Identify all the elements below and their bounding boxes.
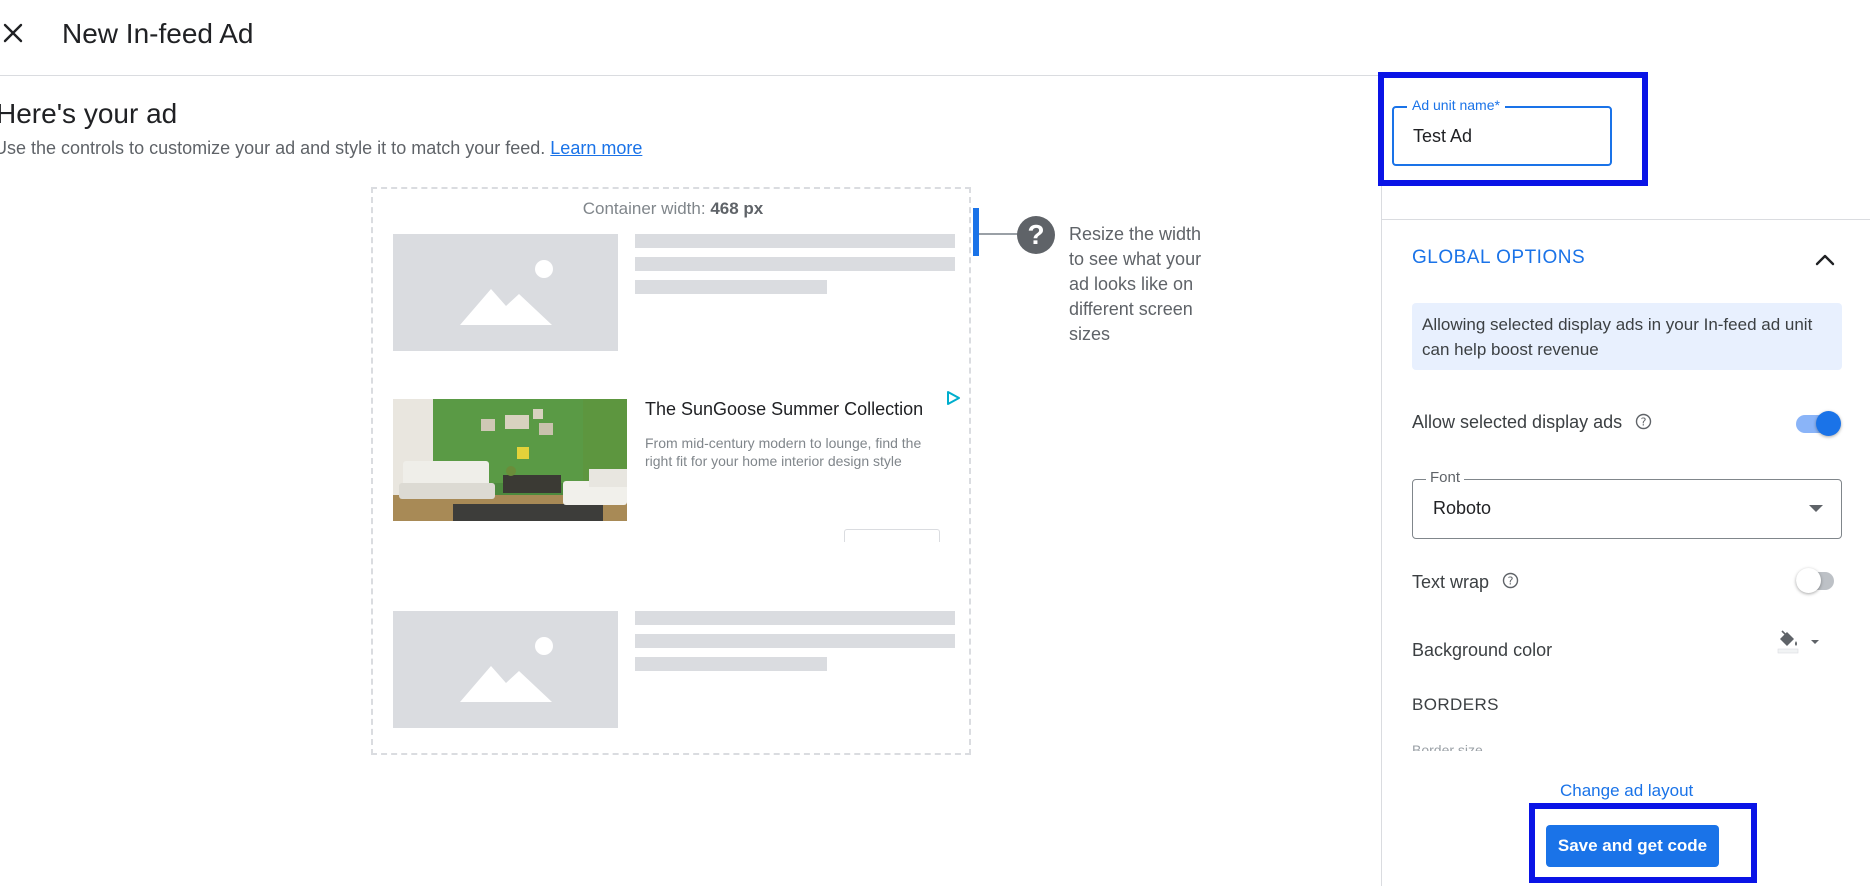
container-width-readout: Container width: 468 px xyxy=(373,199,973,219)
toggle-knob xyxy=(1816,411,1841,436)
font-value[interactable]: Roboto xyxy=(1433,498,1491,519)
help-icon[interactable]: ? xyxy=(1635,413,1652,430)
text-wrap-toggle[interactable] xyxy=(1796,568,1842,594)
ad-choices-icon[interactable] xyxy=(944,389,962,407)
font-label: Font xyxy=(1426,469,1465,486)
global-options-header[interactable]: GLOBAL OPTIONS xyxy=(1412,247,1585,269)
placeholder-line xyxy=(635,611,955,625)
border-size-label: Border size xyxy=(1412,742,1483,751)
section-description: Use the controls to customize your ad an… xyxy=(0,138,642,159)
top-bar xyxy=(0,0,1870,76)
allow-display-ads-label: Allow selected display ads xyxy=(1412,412,1623,432)
borders-section-label: BORDERS xyxy=(1412,695,1499,714)
background-color-label: Background color xyxy=(1412,640,1553,660)
save-button-highlight xyxy=(1529,803,1757,883)
ad-image[interactable] xyxy=(393,399,629,521)
ad-title[interactable]: The SunGoose Summer Collection xyxy=(645,399,923,420)
ad-description: From mid-century modern to lounge, find … xyxy=(645,435,922,469)
placeholder-image xyxy=(393,611,618,728)
container-width-value: 468 px xyxy=(710,199,764,218)
placeholder-line xyxy=(635,634,955,648)
page-title: New In-feed Ad xyxy=(62,18,254,49)
resize-hint: Resize the width to see what your ad loo… xyxy=(1069,224,1202,344)
ad-cta-button[interactable] xyxy=(844,529,940,542)
close-icon[interactable] xyxy=(0,20,28,48)
paint-bucket-icon[interactable] xyxy=(1774,627,1824,657)
placeholder-line xyxy=(635,657,827,671)
section-heading: Here's your ad xyxy=(0,98,178,129)
chevron-up-icon[interactable] xyxy=(1814,249,1836,271)
description-text: Use the controls to customize your ad an… xyxy=(0,138,546,158)
ad-preview-container: Container width: 468 px The SunGoose Sum… xyxy=(371,187,971,755)
help-icon[interactable]: ? xyxy=(1502,572,1519,589)
svg-text:?: ? xyxy=(1641,416,1647,429)
placeholder-image xyxy=(393,234,618,351)
toggle-knob xyxy=(1796,568,1821,593)
placeholder-line xyxy=(635,257,955,271)
info-banner: Allowing selected display ads in your In… xyxy=(1412,303,1842,370)
svg-text:?: ? xyxy=(1508,575,1514,588)
placeholder-line xyxy=(635,234,955,248)
allow-display-ads-toggle[interactable] xyxy=(1796,411,1842,437)
change-ad-layout-link[interactable]: Change ad layout xyxy=(1560,781,1693,801)
panel-divider xyxy=(1382,219,1870,220)
placeholder-line xyxy=(635,280,827,294)
text-wrap-label: Text wrap xyxy=(1412,572,1490,592)
resize-handle[interactable] xyxy=(973,208,979,256)
dropdown-arrow-icon[interactable] xyxy=(1809,505,1823,512)
help-circle-icon: ? xyxy=(1017,216,1055,254)
ad-unit-name-highlight xyxy=(1378,72,1648,186)
learn-more-link[interactable]: Learn more xyxy=(550,138,642,158)
container-width-label: Container width: xyxy=(582,199,706,218)
hint-connector xyxy=(979,233,1019,235)
